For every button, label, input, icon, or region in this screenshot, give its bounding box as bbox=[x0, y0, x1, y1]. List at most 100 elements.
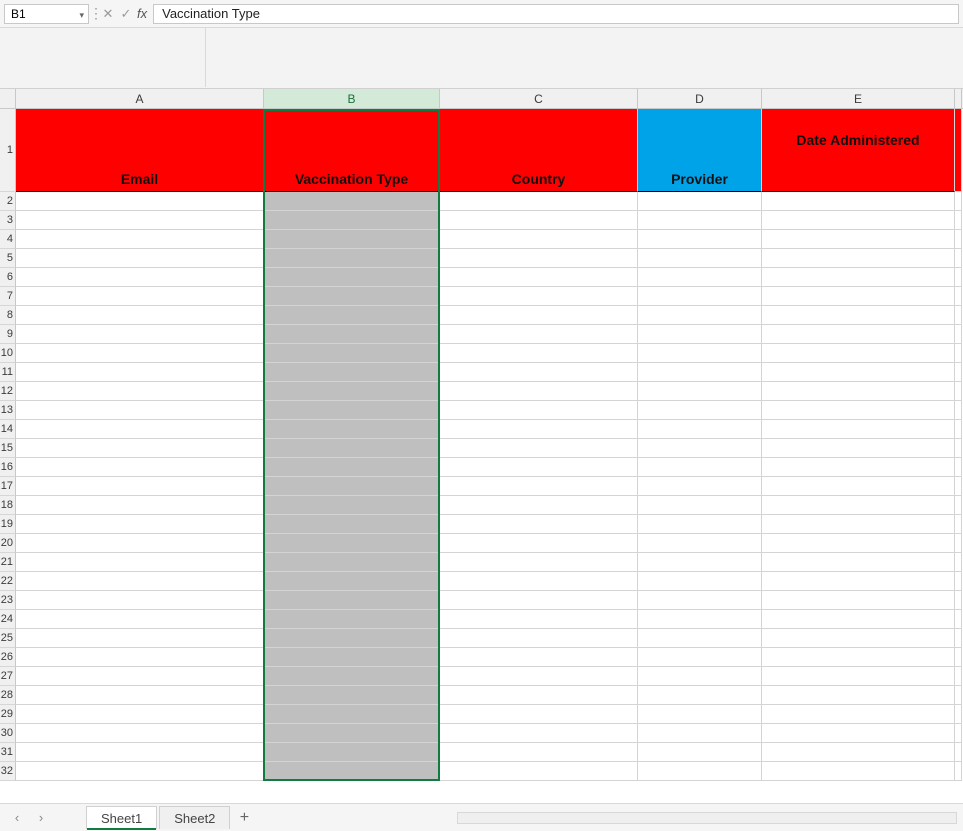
cell-B14[interactable] bbox=[264, 420, 440, 439]
cell-E21[interactable] bbox=[762, 553, 955, 572]
cell-E24[interactable] bbox=[762, 610, 955, 629]
cell-C10[interactable] bbox=[440, 344, 638, 363]
cell-C5[interactable] bbox=[440, 249, 638, 268]
cell-C12[interactable] bbox=[440, 382, 638, 401]
row-header-29[interactable]: 29 bbox=[0, 705, 16, 724]
cell-A24[interactable] bbox=[16, 610, 264, 629]
cell-edge-24[interactable] bbox=[955, 610, 962, 629]
cell-B6[interactable] bbox=[264, 268, 440, 287]
cell-edge-15[interactable] bbox=[955, 439, 962, 458]
cell-edge-4[interactable] bbox=[955, 230, 962, 249]
row-header-10[interactable]: 10 bbox=[0, 344, 16, 363]
cell-B1[interactable]: Vaccination Type bbox=[264, 109, 440, 192]
row-header-27[interactable]: 27 bbox=[0, 667, 16, 686]
cell-edge-5[interactable] bbox=[955, 249, 962, 268]
row-header-30[interactable]: 30 bbox=[0, 724, 16, 743]
cell-B21[interactable] bbox=[264, 553, 440, 572]
cell-D15[interactable] bbox=[638, 439, 762, 458]
row-header-20[interactable]: 20 bbox=[0, 534, 16, 553]
cell-B10[interactable] bbox=[264, 344, 440, 363]
row-header-32[interactable]: 32 bbox=[0, 762, 16, 781]
cell-E18[interactable] bbox=[762, 496, 955, 515]
cell-B28[interactable] bbox=[264, 686, 440, 705]
cell-B11[interactable] bbox=[264, 363, 440, 382]
horizontal-scrollbar[interactable] bbox=[457, 812, 957, 824]
cell-B27[interactable] bbox=[264, 667, 440, 686]
cell-A15[interactable] bbox=[16, 439, 264, 458]
cell-A5[interactable] bbox=[16, 249, 264, 268]
row-header-5[interactable]: 5 bbox=[0, 249, 16, 268]
column-header-c[interactable]: C bbox=[440, 89, 638, 108]
row-header-1[interactable]: 1 bbox=[0, 109, 16, 192]
cell-D24[interactable] bbox=[638, 610, 762, 629]
row-header-26[interactable]: 26 bbox=[0, 648, 16, 667]
cell-A3[interactable] bbox=[16, 211, 264, 230]
cell-A19[interactable] bbox=[16, 515, 264, 534]
cell-E7[interactable] bbox=[762, 287, 955, 306]
cell-E9[interactable] bbox=[762, 325, 955, 344]
cell-A20[interactable] bbox=[16, 534, 264, 553]
row-header-2[interactable]: 2 bbox=[0, 192, 16, 211]
cell-A32[interactable] bbox=[16, 762, 264, 781]
cell-B9[interactable] bbox=[264, 325, 440, 344]
row-header-22[interactable]: 22 bbox=[0, 572, 16, 591]
cell-C25[interactable] bbox=[440, 629, 638, 648]
cell-C14[interactable] bbox=[440, 420, 638, 439]
cell-E32[interactable] bbox=[762, 762, 955, 781]
cell-E27[interactable] bbox=[762, 667, 955, 686]
cell-edge-1[interactable] bbox=[955, 109, 962, 192]
cell-D31[interactable] bbox=[638, 743, 762, 762]
column-header-b[interactable]: B bbox=[264, 89, 440, 108]
cell-edge-21[interactable] bbox=[955, 553, 962, 572]
cell-edge-31[interactable] bbox=[955, 743, 962, 762]
row-header-6[interactable]: 6 bbox=[0, 268, 16, 287]
cell-edge-3[interactable] bbox=[955, 211, 962, 230]
column-header-d[interactable]: D bbox=[638, 89, 762, 108]
cell-B12[interactable] bbox=[264, 382, 440, 401]
cell-C22[interactable] bbox=[440, 572, 638, 591]
cell-C3[interactable] bbox=[440, 211, 638, 230]
cell-C4[interactable] bbox=[440, 230, 638, 249]
cell-edge-7[interactable] bbox=[955, 287, 962, 306]
cell-D17[interactable] bbox=[638, 477, 762, 496]
cell-C29[interactable] bbox=[440, 705, 638, 724]
cell-D3[interactable] bbox=[638, 211, 762, 230]
column-header-edge[interactable] bbox=[955, 89, 962, 108]
row-header-31[interactable]: 31 bbox=[0, 743, 16, 762]
cell-B15[interactable] bbox=[264, 439, 440, 458]
cell-D30[interactable] bbox=[638, 724, 762, 743]
cell-A9[interactable] bbox=[16, 325, 264, 344]
cell-E4[interactable] bbox=[762, 230, 955, 249]
cell-B8[interactable] bbox=[264, 306, 440, 325]
cell-D19[interactable] bbox=[638, 515, 762, 534]
cell-D23[interactable] bbox=[638, 591, 762, 610]
cell-B2[interactable] bbox=[264, 192, 440, 211]
cell-A31[interactable] bbox=[16, 743, 264, 762]
row-header-13[interactable]: 13 bbox=[0, 401, 16, 420]
cell-B4[interactable] bbox=[264, 230, 440, 249]
cell-B16[interactable] bbox=[264, 458, 440, 477]
cell-E12[interactable] bbox=[762, 382, 955, 401]
cell-C21[interactable] bbox=[440, 553, 638, 572]
cell-edge-8[interactable] bbox=[955, 306, 962, 325]
cell-edge-16[interactable] bbox=[955, 458, 962, 477]
cell-C27[interactable] bbox=[440, 667, 638, 686]
cell-A14[interactable] bbox=[16, 420, 264, 439]
row-header-23[interactable]: 23 bbox=[0, 591, 16, 610]
cell-E31[interactable] bbox=[762, 743, 955, 762]
cell-A12[interactable] bbox=[16, 382, 264, 401]
cell-edge-6[interactable] bbox=[955, 268, 962, 287]
cell-E26[interactable] bbox=[762, 648, 955, 667]
cell-C31[interactable] bbox=[440, 743, 638, 762]
row-header-18[interactable]: 18 bbox=[0, 496, 16, 515]
cell-edge-27[interactable] bbox=[955, 667, 962, 686]
cell-D5[interactable] bbox=[638, 249, 762, 268]
cell-edge-13[interactable] bbox=[955, 401, 962, 420]
cell-B26[interactable] bbox=[264, 648, 440, 667]
cell-D9[interactable] bbox=[638, 325, 762, 344]
cell-B30[interactable] bbox=[264, 724, 440, 743]
cell-B17[interactable] bbox=[264, 477, 440, 496]
cell-edge-12[interactable] bbox=[955, 382, 962, 401]
cell-D2[interactable] bbox=[638, 192, 762, 211]
cell-E20[interactable] bbox=[762, 534, 955, 553]
